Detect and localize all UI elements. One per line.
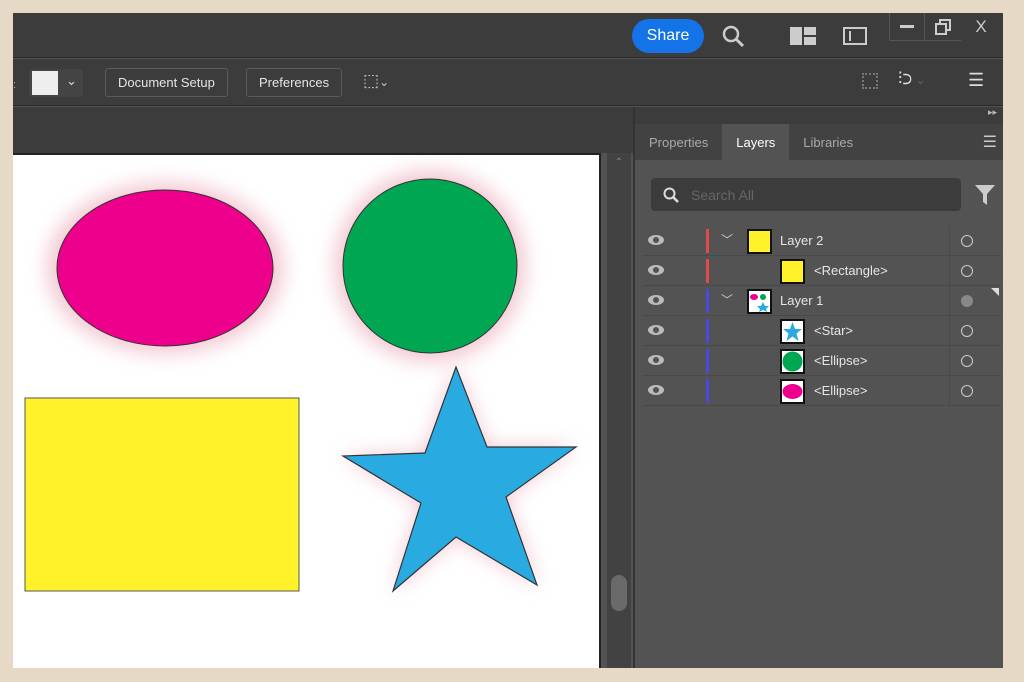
workspace-icon[interactable] (787, 13, 819, 58)
divider (949, 316, 950, 346)
layers-list: ﹀ Layer 2 <Rectangle> ﹀ Layer 1 <Star> <… (643, 226, 1001, 406)
layer-color-bar (706, 379, 709, 403)
target-circle-icon[interactable] (961, 385, 973, 397)
layer-color-bar (706, 349, 709, 373)
restore-icon[interactable] (925, 13, 961, 41)
layer-thumbnail (747, 229, 772, 254)
fill-swatch-dropdown[interactable]: ⌄ (29, 69, 83, 97)
layer-row-rectangle[interactable]: <Rectangle> (643, 256, 1001, 286)
blue-star[interactable] (340, 365, 578, 593)
layer-name[interactable]: <Rectangle> (814, 263, 888, 278)
layer-thumbnail (780, 379, 805, 404)
chevron-down-icon[interactable]: ﹀ (721, 291, 733, 308)
document-tab-strip (13, 107, 633, 153)
artboard[interactable] (13, 153, 601, 668)
scroll-up-icon[interactable]: ⌃ (607, 157, 631, 168)
preferences-button[interactable]: Preferences (246, 68, 343, 97)
eye-icon[interactable] (648, 325, 664, 335)
divider (949, 226, 950, 256)
title-bar: Share X (13, 13, 1003, 58)
scrollbar-thumb[interactable] (611, 575, 627, 611)
layer-color-bar (706, 229, 709, 253)
select-tool-icon[interactable]: ⬚⌄ (363, 71, 389, 91)
eye-icon[interactable] (648, 295, 664, 305)
document-setup-button[interactable]: Document Setup (105, 68, 228, 97)
target-circle-icon[interactable] (961, 355, 973, 367)
target-circle-icon[interactable] (961, 265, 973, 277)
layer-row-ellipse-magenta[interactable]: <Ellipse> (643, 376, 1001, 406)
divider (949, 256, 950, 286)
layer-thumbnail (747, 289, 772, 314)
magenta-ellipse[interactable] (56, 189, 274, 347)
layer-thumbnail (780, 319, 805, 344)
panel-menu-icon[interactable]: ☰ (983, 132, 997, 152)
layer-color-bar (706, 319, 709, 343)
vertical-scrollbar[interactable]: ⌃ (607, 153, 631, 668)
layer-thumbnail (780, 349, 805, 374)
app-window: Share X : ⌄ Document Setup Preferences ⬚… (13, 13, 1003, 668)
layer-row-star[interactable]: <Star> (643, 316, 1001, 346)
green-circle[interactable] (342, 178, 518, 354)
fill-label-fragment: : (13, 79, 17, 91)
selection-indicator-icon (991, 288, 999, 296)
collapse-panel-icon[interactable]: ▸▸ (635, 107, 1003, 124)
minimize-icon[interactable] (889, 13, 925, 41)
chevron-down-icon[interactable]: ﹀ (721, 231, 733, 248)
layer-name[interactable]: <Ellipse> (814, 353, 867, 368)
yellow-rectangle[interactable] (24, 397, 300, 592)
eye-icon[interactable] (648, 385, 664, 395)
arrange-icon[interactable]: ⫶⊃ ⌄ (898, 69, 926, 89)
layer-color-bar (706, 259, 709, 283)
layer-name[interactable]: Layer 2 (780, 233, 823, 248)
menu-list-icon[interactable]: ☰ (968, 70, 984, 91)
layer-row-layer-2[interactable]: ﹀ Layer 2 (643, 226, 1001, 256)
layers-panel: ▸▸ Properties Layers Libraries ☰ Search … (633, 107, 1003, 668)
target-circle-icon[interactable] (961, 325, 973, 337)
search-icon[interactable] (713, 13, 753, 58)
divider (949, 346, 950, 376)
search-icon (663, 187, 679, 203)
chevron-down-icon: ⌄ (66, 73, 77, 88)
layer-name[interactable]: <Star> (814, 323, 853, 338)
tab-libraries[interactable]: Libraries (789, 124, 867, 160)
layer-thumbnail (780, 259, 805, 284)
target-circle-icon[interactable] (961, 295, 973, 307)
tab-properties[interactable]: Properties (635, 124, 722, 160)
layers-search-input[interactable]: Search All (651, 178, 961, 211)
eye-icon[interactable] (648, 355, 664, 365)
target-circle-icon[interactable] (961, 235, 973, 247)
layer-row-layer-1[interactable]: ﹀ Layer 1 (643, 286, 1001, 316)
eye-icon[interactable] (648, 235, 664, 245)
layer-name[interactable]: <Ellipse> (814, 383, 867, 398)
filter-icon[interactable] (975, 185, 995, 205)
tab-layers[interactable]: Layers (722, 124, 790, 160)
fill-swatch (32, 71, 58, 95)
divider (949, 376, 950, 406)
panel-tabs: Properties Layers Libraries ☰ (635, 124, 1003, 160)
align-icon[interactable] (862, 73, 878, 89)
eye-icon[interactable] (648, 265, 664, 275)
share-button[interactable]: Share (632, 19, 704, 53)
divider (949, 286, 950, 316)
layer-name[interactable]: Layer 1 (780, 293, 823, 308)
close-icon[interactable]: X (963, 13, 999, 41)
search-placeholder: Search All (691, 186, 755, 203)
panel-icon[interactable] (839, 13, 871, 58)
layer-color-bar (706, 289, 709, 313)
layer-row-ellipse-green[interactable]: <Ellipse> (643, 346, 1001, 376)
control-bar: : ⌄ Document Setup Preferences ⬚⌄ ⫶⊃ ⌄ ☰ (13, 59, 1003, 106)
